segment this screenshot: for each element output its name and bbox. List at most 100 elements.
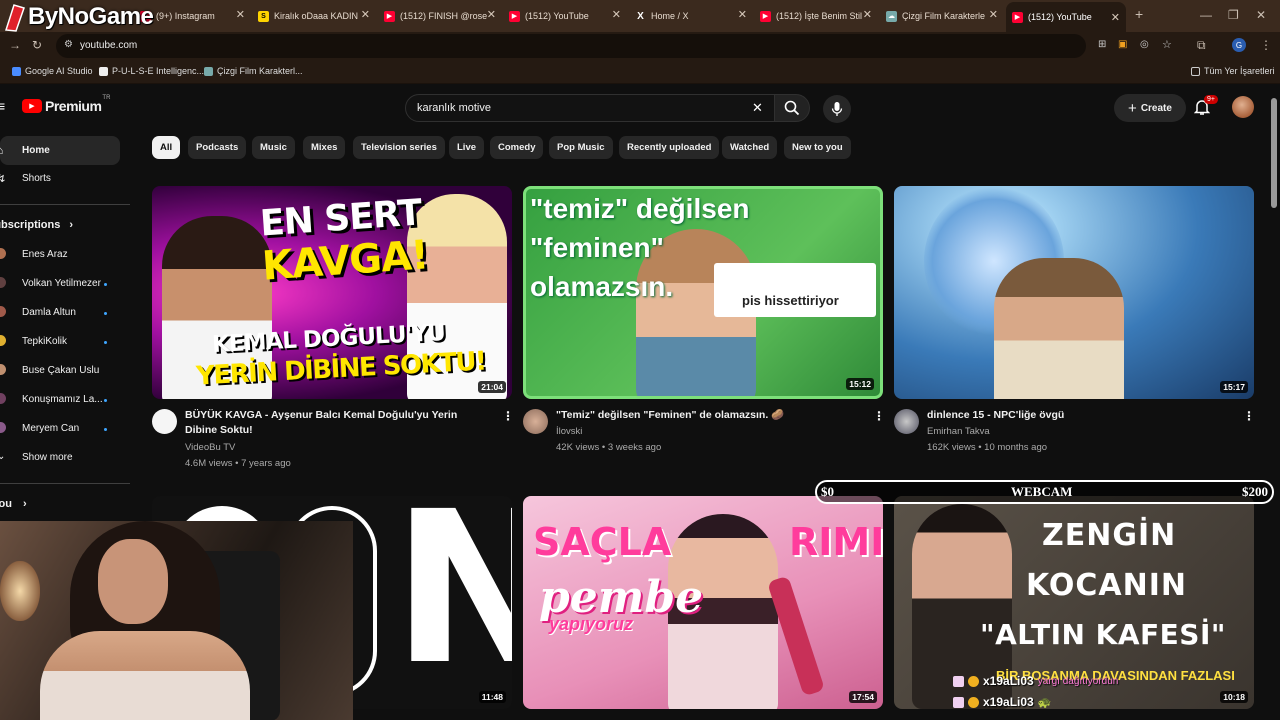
search-button[interactable] <box>774 94 810 122</box>
chip-live[interactable]: Live <box>449 136 485 159</box>
browser-tab[interactable]: ▶ (9+) Instagram ✕ <box>140 4 245 28</box>
notification-badge: 9+ <box>1204 95 1218 104</box>
clear-search-icon[interactable]: ✕ <box>752 100 763 116</box>
video-title[interactable]: dinlence 15 - NPC'liğe övgü <box>927 408 1227 423</box>
forward-icon[interactable]: → <box>9 38 21 52</box>
video-thumbnail[interactable]: SAÇLA RIMI pembe yapıyoruz 17:54 <box>523 496 883 709</box>
profile-avatar[interactable]: G <box>1232 38 1246 52</box>
youtube-logo-text: Premium <box>45 98 102 114</box>
sidebar-item-home[interactable]: ⌂ Home <box>0 136 120 165</box>
bookmark-item[interactable]: Google AI Studio <box>12 66 93 76</box>
channel-avatar <box>0 248 6 259</box>
chip-all[interactable]: All <box>152 136 181 159</box>
search-query[interactable]: karanlık motive <box>417 102 491 114</box>
reload-icon[interactable]: ↻ <box>32 38 42 52</box>
chip-new-to-you[interactable]: New to you <box>784 136 851 159</box>
close-tab-icon[interactable]: ✕ <box>1111 11 1120 24</box>
subscriptions-header[interactable]: Subscriptions › <box>0 219 73 231</box>
thumb-text: RIMI <box>789 520 883 564</box>
hamburger-menu-icon[interactable]: ≡ <box>0 98 5 114</box>
minimize-icon[interactable]: — <box>1200 8 1212 22</box>
chevron-right-icon: › <box>23 498 27 510</box>
you-header[interactable]: You › <box>0 498 27 510</box>
chip-mixes[interactable]: Mixes <box>303 136 346 159</box>
chevron-right-icon: › <box>69 219 74 231</box>
channel-avatar[interactable] <box>152 409 177 434</box>
thumb-text: KOCANIN <box>1026 568 1188 603</box>
video-thumbnail[interactable]: 15:17 <box>894 186 1254 399</box>
cloud-icon <box>204 66 213 76</box>
browser-tab[interactable]: ▶ (1512) YouTube ✕ <box>509 4 621 28</box>
video-duration: 15:12 <box>846 378 874 390</box>
new-tab-button[interactable]: + <box>1135 6 1143 22</box>
close-tab-icon[interactable]: ✕ <box>487 8 496 21</box>
video-thumbnail[interactable]: "temiz" değilsen "feminen" olamazsın. pi… <box>523 186 883 399</box>
chip-music[interactable]: Music <box>252 136 295 159</box>
channel-avatar[interactable] <box>523 409 548 434</box>
thumb-text: olamazsın. <box>530 271 674 302</box>
webcam-goal-bar: $0 WEBCAM $200 <box>815 480 1274 504</box>
close-tab-icon[interactable]: ✕ <box>236 8 245 21</box>
youtube-play-icon: ▶ <box>22 99 42 113</box>
channel-name[interactable]: İlovski <box>556 424 582 440</box>
page-scrollbar[interactable] <box>1271 98 1277 208</box>
menu-kebab-icon[interactable]: ⋮ <box>1260 38 1272 52</box>
microphone-icon <box>831 102 843 116</box>
eye-off-icon[interactable]: ◎ <box>1140 39 1149 50</box>
browser-tab[interactable]: X Home / X ✕ <box>635 4 747 28</box>
close-tab-icon[interactable]: ✕ <box>863 8 872 21</box>
close-tab-icon[interactable]: ✕ <box>989 8 998 21</box>
maximize-icon[interactable]: ❐ <box>1228 8 1239 22</box>
sahibinden-icon: S <box>258 10 269 22</box>
close-window-icon[interactable]: ✕ <box>1256 8 1266 22</box>
browser-tab[interactable]: ▶ (1512) İşte Benim Stil ✕ <box>760 4 872 28</box>
video-menu-icon[interactable]: ⋮ <box>873 409 885 423</box>
close-tab-icon[interactable]: ✕ <box>612 8 621 21</box>
video-thumbnail[interactable]: EN SERT KAVGA! KEMAL DOĞULU'YU YERİN DİB… <box>152 186 512 399</box>
browser-tab-bar: ▶ (9+) Instagram ✕ S Kiralık oDaaa KADIN… <box>0 0 1280 32</box>
browser-tab[interactable]: ☁ Çizgi Film Karakterle ✕ <box>886 4 998 28</box>
bookmark-item[interactable]: Çizgi Film Karakterl... <box>204 66 303 76</box>
browser-tab[interactable]: ▶ (1512) FINISH @rose ✕ <box>384 4 496 28</box>
translate-icon[interactable]: ⊞ <box>1098 39 1106 50</box>
sidebar-divider <box>0 483 130 484</box>
video-duration: 11:48 <box>478 691 506 703</box>
bookmark-item[interactable]: P-U-L-S-E Intelligenc... <box>99 66 204 76</box>
bookmark-star-icon[interactable]: ☆ <box>1162 38 1172 51</box>
voice-search-button[interactable] <box>823 95 851 123</box>
new-content-dot <box>104 312 107 315</box>
cast-icon[interactable]: ▣ <box>1118 39 1127 50</box>
video-duration: 21:04 <box>478 381 506 393</box>
chip-comedy[interactable]: Comedy <box>490 136 544 159</box>
omnibox[interactable]: ⚙ youtube.com ⊞ ▣ ◎ ☆ <box>56 34 1172 58</box>
video-menu-icon[interactable]: ⋮ <box>1243 409 1255 423</box>
extensions-icon[interactable]: ⧉ <box>1197 38 1206 53</box>
bookmarks-bar: Google AI Studio P-U-L-S-E Intelligenc..… <box>0 60 1280 84</box>
notifications-button[interactable]: 9+ <box>1193 95 1218 121</box>
browser-tab-active[interactable]: ▶ (1512) YouTube ✕ <box>1006 2 1126 32</box>
video-title[interactable]: BÜYÜK KAVGA - Ayşenur Balcı Kemal Doğulu… <box>185 408 485 438</box>
chat-user-badge-icon <box>953 696 964 708</box>
site-info-icon[interactable]: ⚙ <box>64 39 73 50</box>
channel-avatar[interactable] <box>894 409 919 434</box>
youtube-logo[interactable]: ▶ Premium TR <box>22 95 110 114</box>
search-input[interactable]: karanlık motive ✕ <box>405 94 775 122</box>
chip-watched[interactable]: Watched <box>722 136 778 159</box>
channel-name[interactable]: VideoBu TV <box>185 440 235 456</box>
url-text[interactable]: youtube.com <box>80 40 137 51</box>
chip-pop-music[interactable]: Pop Music <box>549 136 613 159</box>
account-avatar[interactable] <box>1232 96 1254 118</box>
create-button[interactable]: + Create <box>1114 94 1186 122</box>
browser-tab[interactable]: S Kiralık oDaaa KADIN ✕ <box>258 4 370 28</box>
video-menu-icon[interactable]: ⋮ <box>502 409 514 423</box>
channel-name[interactable]: Emirhan Takva <box>927 424 990 440</box>
sidebar-item-shorts[interactable]: ↯ Shorts <box>0 172 120 186</box>
chip-podcasts[interactable]: Podcasts <box>188 136 247 159</box>
video-title[interactable]: "Temiz" değilsen "Feminen" de olamazsın.… <box>556 408 856 423</box>
stream-brand-logo: ByNoGame <box>0 0 154 34</box>
all-bookmarks[interactable]: Tüm Yer İşaretleri <box>1191 66 1275 76</box>
close-tab-icon[interactable]: ✕ <box>738 8 747 21</box>
chip-recently-uploaded[interactable]: Recently uploaded <box>619 136 720 159</box>
close-tab-icon[interactable]: ✕ <box>361 8 370 21</box>
chip-television-series[interactable]: Television series <box>353 136 445 159</box>
